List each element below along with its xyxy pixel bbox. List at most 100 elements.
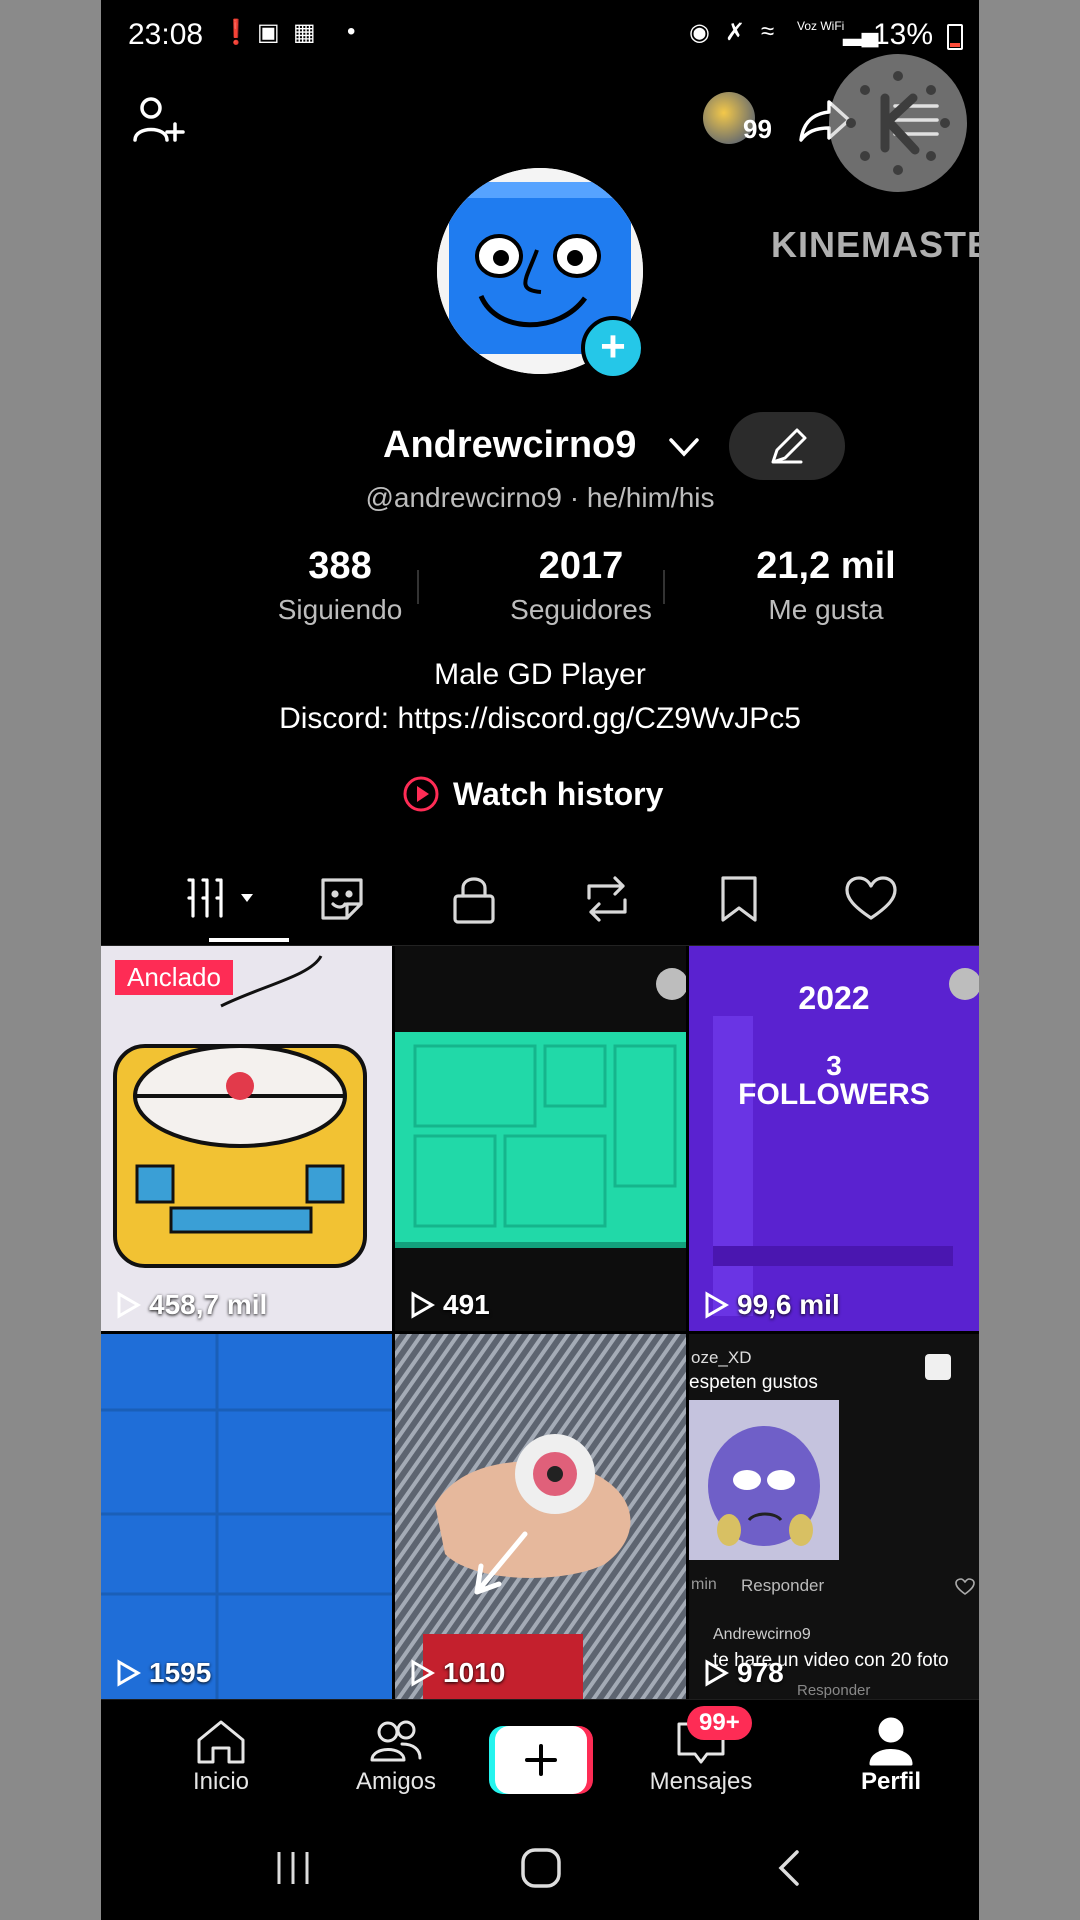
account-switcher-button[interactable] [667, 432, 701, 467]
kinemaster-watermark: KINEMASTER [771, 224, 979, 265]
bio-discord-link[interactable]: Discord: https://discord.gg/CZ9WvJPc5 [101, 702, 979, 736]
video-thumbnail [395, 1334, 686, 1699]
comment-user: Andrewcirno9 [713, 1626, 811, 1643]
followers-label: Seguidores [510, 594, 652, 625]
stat-divider [417, 570, 419, 604]
watch-history-label: Watch history [453, 775, 664, 812]
nav-friends-label: Amigos [355, 1768, 437, 1795]
nav-profile[interactable]: Perfil [821, 1716, 961, 1796]
following-label: Siguiendo [277, 594, 403, 625]
tab-favorites[interactable] [717, 872, 761, 931]
overlay-followers: FOLLOWERS [738, 1078, 930, 1111]
add-avatar-button[interactable]: + [581, 316, 645, 380]
app-notification-icon: ▣ [257, 19, 280, 46]
overlay-year: 2022 [798, 980, 870, 1016]
view-count: 1010 [409, 1657, 505, 1689]
grid-videos-icon [187, 878, 253, 918]
display-name: Andrewcirno9 [383, 424, 637, 466]
tab-reposts[interactable] [579, 872, 635, 931]
view-count: 458,7 mil [115, 1289, 267, 1321]
tab-liked[interactable] [843, 872, 899, 931]
chevron-down-icon [669, 438, 699, 457]
comment-user: oze_XD [691, 1348, 752, 1367]
play-icon [705, 1659, 729, 1687]
carousel-icon [925, 1354, 951, 1380]
nav-home[interactable]: Inicio [151, 1716, 291, 1796]
messages-badge: 99+ [687, 1706, 752, 1740]
active-tab-indicator [209, 938, 289, 942]
add-friend-button[interactable] [131, 94, 187, 155]
recent-apps-icon[interactable] [271, 1846, 315, 1890]
heart-outline-icon [955, 1578, 975, 1595]
following-count: 388 [308, 545, 372, 587]
nav-home-label: Inicio [192, 1768, 250, 1795]
pinned-badge: Anclado [115, 960, 233, 995]
profile-tabs [147, 868, 979, 948]
play-icon [705, 1291, 729, 1319]
video-tile[interactable]: oze_XD espeten gustos min Responder Andr… [689, 1334, 979, 1699]
dot-icon: • [347, 18, 356, 45]
stat-following[interactable]: 388 Siguiendo [240, 545, 440, 626]
reply-link: Responder [797, 1682, 871, 1699]
bio-line-1: Male GD Player [434, 658, 646, 691]
home-system-icon[interactable] [519, 1846, 563, 1890]
play-circle-icon [403, 776, 439, 812]
plus-icon [525, 1744, 557, 1776]
reply-link: Responder [741, 1576, 825, 1595]
repost-icon [587, 876, 627, 922]
watch-history-button[interactable]: Watch history [401, 774, 663, 814]
lock-icon [453, 877, 495, 924]
profile-icon [869, 1717, 913, 1766]
view-count: 99,6 mil [703, 1289, 840, 1321]
followers-count: 2017 [538, 545, 624, 587]
wifi-call-label: Voz WiFi [797, 19, 845, 33]
video-tile[interactable]: 2022 3 FOLLOWERS 99,6 mil [689, 946, 979, 1331]
stat-divider [663, 570, 665, 604]
friends-icon [370, 1720, 422, 1762]
likes-label: Me gusta [768, 594, 884, 625]
sticker-icon [321, 878, 363, 920]
battery-icon [947, 24, 963, 50]
back-icon[interactable] [769, 1846, 813, 1890]
play-icon [117, 1291, 141, 1319]
play-icon [117, 1659, 141, 1687]
tab-stickers[interactable] [315, 872, 369, 931]
view-count: 978 [703, 1657, 784, 1689]
video-tile[interactable]: 1010 [395, 1334, 686, 1699]
wifi-icon: ≈ [761, 18, 775, 45]
video-thumbnail [395, 968, 686, 1248]
stat-likes[interactable]: 21,2 mil Me gusta [726, 545, 926, 626]
kinemaster-logo [829, 54, 967, 192]
video-tile[interactable]: 491 [395, 946, 686, 1331]
video-thumbnail [113, 955, 367, 1268]
mute-icon: ✗ [725, 19, 746, 46]
comment-text: espeten gustos [689, 1372, 818, 1393]
view-count: 1595 [115, 1657, 211, 1689]
edit-profile-button[interactable] [729, 412, 845, 480]
nav-profile-label: Perfil [860, 1768, 922, 1795]
add-user-icon [133, 97, 185, 142]
visitor-count: 99 [743, 114, 772, 144]
view-count: 491 [409, 1289, 490, 1321]
nav-friends[interactable]: Amigos [326, 1716, 466, 1796]
video-thumbnail [101, 1334, 392, 1699]
system-navigation-bar [101, 1818, 979, 1920]
tab-videos[interactable] [185, 874, 265, 929]
heart-outline-icon [845, 876, 897, 920]
play-icon [411, 1659, 435, 1687]
tab-private[interactable] [449, 872, 499, 931]
video-tile-pinned[interactable]: Anclado 458,7 mil [101, 946, 392, 1331]
pencil-icon [771, 428, 807, 464]
play-icon [411, 1291, 435, 1319]
comment-image [689, 1400, 839, 1560]
nav-messages-label: Mensajes [649, 1768, 753, 1795]
video-tile[interactable]: 1595 [101, 1334, 392, 1699]
username-handle: @andrewcirno9 · he/him/his [365, 482, 715, 513]
plus-icon: + [600, 322, 626, 371]
phone-screen: 23:08 ❗ ▣ ▦ • ◉ ✗ ≈ Voz WiFi ▂▄ 13% 99 K… [101, 0, 979, 1920]
create-button[interactable] [489, 1726, 593, 1796]
bookmark-icon [721, 876, 757, 922]
stat-followers[interactable]: 2017 Seguidores [481, 545, 681, 626]
likes-count: 21,2 mil [756, 545, 896, 587]
lock-battery-icon: ◉ [689, 19, 710, 46]
